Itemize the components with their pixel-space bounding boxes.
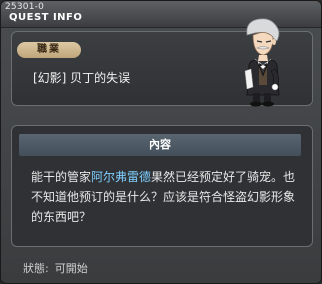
quest-status: 狀態: 可開始 [23, 260, 88, 276]
status-value: 可開始 [54, 262, 88, 275]
job-badge: 職業 [17, 42, 81, 58]
status-label: 狀態: [23, 262, 49, 275]
quest-info-window: 25301-0 QUEST INFO 職業 [幻影] 贝丁的失误 內容 能干的管… [0, 0, 322, 284]
quest-id: 25301-0 [5, 2, 45, 12]
quest-description: 能干的管家阿尔弗雷德果然已经预定好了骑宠。也不知道他预订的是什么？应该是符合怪盗… [31, 167, 297, 227]
npc-portrait-icon [244, 18, 280, 107]
content-header: 內容 [19, 134, 301, 156]
description-text-before: 能干的管家 [31, 170, 92, 184]
npc-name-link[interactable]: 阿尔弗雷德 [91, 170, 151, 184]
quest-name: [幻影] 贝丁的失误 [33, 71, 131, 85]
window-title: QUEST INFO [9, 12, 83, 23]
